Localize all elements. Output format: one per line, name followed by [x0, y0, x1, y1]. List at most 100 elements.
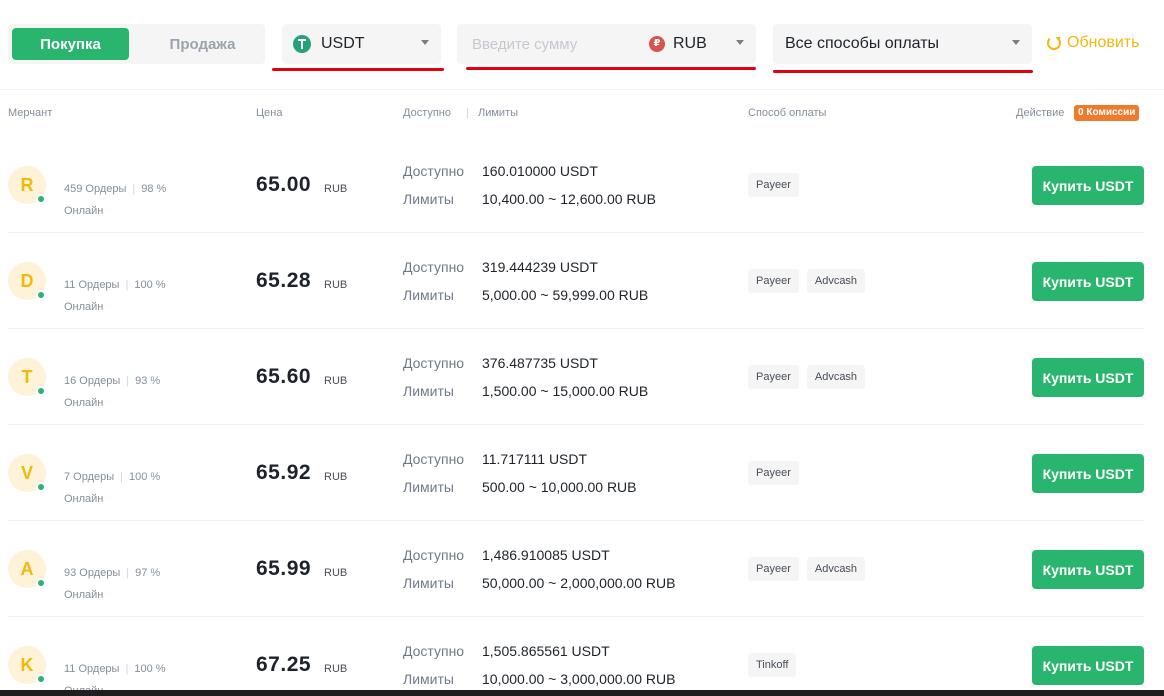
- payment-methods: Payeer Advcash: [748, 557, 866, 581]
- payment-method-tag: Advcash: [806, 557, 866, 581]
- online-status-dot: [36, 482, 46, 492]
- limits-range: 500.00 ~ 10,000.00 RUB: [482, 479, 637, 495]
- online-status-dot: [36, 290, 46, 300]
- available-label: Доступно: [403, 451, 465, 467]
- bottom-edge: [0, 690, 1164, 696]
- limits-label: Лимиты: [403, 383, 454, 399]
- merchant-status: Онлайн: [64, 589, 104, 601]
- order-count: 11 Ордеры: [64, 279, 120, 291]
- offer-price: 65.28: [256, 269, 312, 292]
- tether-icon: [293, 35, 311, 53]
- payment-methods: Payeer: [748, 461, 799, 485]
- table-row: D 11 Ордеры | 100 % Онлайн 65.28 RUB Доступно 31…: [0, 233, 1164, 329]
- payment-method-tag: Advcash: [806, 269, 866, 293]
- online-status-dot: [36, 386, 46, 396]
- offer-price: 65.92: [256, 461, 312, 484]
- order-count: 7 Ордеры: [64, 471, 115, 483]
- stats-separator: |: [120, 471, 124, 483]
- limits-label: Лимиты: [403, 671, 454, 687]
- order-count: 11 Ордеры: [64, 663, 120, 675]
- trade-side-tabs: Покупка Продажа: [8, 24, 265, 64]
- available-amount: 1,486.910085 USDT: [482, 547, 610, 563]
- price-currency: RUB: [324, 375, 348, 387]
- limits-range: 10,000.00 ~ 3,000,000.00 RUB: [482, 671, 676, 687]
- tab-buy[interactable]: Покупка: [12, 28, 129, 60]
- limits-label: Лимиты: [403, 575, 454, 591]
- column-header-payment: Способ оплаты: [748, 107, 827, 119]
- column-header-price: Цена: [256, 107, 283, 119]
- buy-usdt-button[interactable]: Купить USDT: [1032, 454, 1144, 493]
- price-currency: RUB: [324, 663, 348, 675]
- completion-rate: 93 %: [135, 375, 161, 387]
- table-row: V7 Ордеры | 100 % Онлайн 65.92 RUB Доступно 11.…: [0, 425, 1164, 521]
- highlight-underline: [773, 70, 1033, 73]
- refresh-icon: [1047, 36, 1061, 50]
- buy-usdt-button[interactable]: Купить USDT: [1032, 550, 1144, 589]
- payment-method-tag: Payeer: [748, 365, 799, 389]
- buy-usdt-button[interactable]: Купить USDT: [1032, 358, 1144, 397]
- table-header: Мерчант Цена Доступно | Лимиты Способ оп…: [0, 100, 1164, 126]
- merchant-status: Онлайн: [64, 397, 104, 409]
- limits-label: Лимиты: [403, 287, 454, 303]
- limits-label: Лимиты: [403, 479, 454, 495]
- tab-sell[interactable]: Продажа: [144, 28, 261, 60]
- stats-separator: |: [125, 663, 129, 675]
- column-header-separator: |: [466, 107, 469, 119]
- payment-method-tag: Payeer: [748, 557, 799, 581]
- buy-usdt-button[interactable]: Купить USDT: [1032, 166, 1144, 205]
- amount-field[interactable]: Введите сумму ₽ RUB: [457, 24, 756, 64]
- price-currency: RUB: [324, 183, 348, 195]
- coin-select-value: USDT: [321, 35, 365, 52]
- online-status-dot: [36, 674, 46, 684]
- chevron-down-icon: [1012, 40, 1020, 45]
- available-label: Доступно: [403, 259, 465, 275]
- merchant-stats: 459 Ордеры | 98 %: [64, 183, 166, 195]
- limits-range: 1,500.00 ~ 15,000.00 RUB: [482, 383, 649, 399]
- column-header-merchant: Мерчант: [8, 107, 53, 119]
- order-count: 16 Ордеры: [64, 375, 121, 387]
- payment-method-tag: Payeer: [748, 269, 799, 293]
- merchant-status: Онлайн: [64, 205, 104, 217]
- buy-usdt-button[interactable]: Купить USDT: [1032, 262, 1144, 301]
- payment-method-value: Все способы оплаты: [785, 35, 940, 52]
- available-label: Доступно: [403, 355, 465, 371]
- highlight-underline: [466, 67, 756, 70]
- filter-bar: Покупка Продажа USDT Введите сумму ₽ RUB…: [0, 0, 1164, 90]
- ruble-icon: ₽: [649, 36, 665, 52]
- price-currency: RUB: [324, 471, 348, 483]
- stats-separator: |: [126, 567, 130, 579]
- table-row: K11 Ордеры|100 %Онлайн67.25RUBДоступно1,…: [0, 617, 1164, 696]
- available-amount: 11.717111 USDT: [482, 451, 588, 467]
- amount-input-placeholder[interactable]: Введите сумму: [472, 36, 577, 53]
- available-label: Доступно: [403, 643, 465, 659]
- merchant-status: Онлайн: [64, 301, 104, 313]
- limits-range: 5,000.00 ~ 59,999.00 RUB: [482, 287, 649, 303]
- coin-select[interactable]: USDT: [282, 24, 441, 64]
- online-status-dot: [36, 194, 46, 204]
- column-header-available: Доступно: [403, 107, 452, 119]
- offer-price: 67.25: [256, 653, 312, 676]
- payment-method-select[interactable]: Все способы оплаты: [773, 24, 1032, 64]
- chevron-down-icon[interactable]: [736, 40, 744, 45]
- completion-rate: 100 %: [134, 663, 166, 675]
- divider: [0, 89, 1164, 90]
- online-status-dot: [36, 578, 46, 588]
- merchant-stats: 11 Ордеры | 100 %: [64, 279, 166, 291]
- payment-method-tag: Payeer: [748, 461, 799, 485]
- highlight-underline: [272, 68, 444, 71]
- refresh-label: Обновить: [1067, 34, 1140, 51]
- limits-range: 10,400.00 ~ 12,600.00 RUB: [482, 191, 656, 207]
- payment-methods: Payeer Advcash: [748, 269, 866, 293]
- payment-method-tag: Payeer: [748, 173, 799, 197]
- column-header-limits: Лимиты: [478, 107, 519, 119]
- stats-separator: |: [126, 375, 130, 387]
- merchant-stats: 11 Ордеры | 100 %: [64, 663, 166, 675]
- fiat-currency-value: RUB: [673, 35, 707, 52]
- payment-methods: Tinkoff: [748, 653, 797, 677]
- refresh-button[interactable]: Обновить: [1047, 34, 1139, 52]
- completion-rate: 100 %: [129, 471, 161, 483]
- merchant-stats: 16 Ордеры | 93 %: [64, 375, 160, 387]
- payment-methods: Payeer: [748, 173, 799, 197]
- available-amount: 319.444239 USDT: [482, 259, 598, 275]
- buy-usdt-button[interactable]: Купить USDT: [1032, 646, 1144, 685]
